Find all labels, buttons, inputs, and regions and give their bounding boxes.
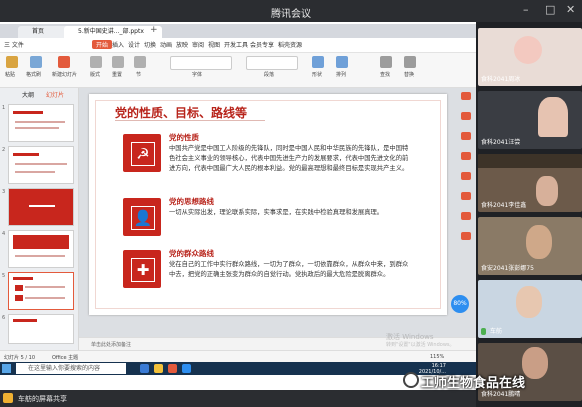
paragraph-controls[interactable] <box>246 56 298 70</box>
menu-animation[interactable]: 动画 <box>160 40 172 49</box>
minimize-icon[interactable]: – <box>523 3 529 16</box>
slide-thumbnail[interactable]: 1 <box>2 104 74 142</box>
tool-icon[interactable] <box>461 152 471 160</box>
font-selector[interactable] <box>170 56 232 70</box>
menu-slideshow[interactable]: 放映 <box>176 40 188 49</box>
microphone-icon <box>481 328 486 335</box>
section-icon[interactable] <box>134 56 146 68</box>
menu-transition[interactable]: 切换 <box>144 40 156 49</box>
floating-toolbar <box>459 92 473 312</box>
folder-icon[interactable] <box>154 364 163 373</box>
participant-tile[interactable]: 食科2041汪尝 <box>478 91 582 149</box>
share-avatar-icon <box>3 393 13 403</box>
block-heading: 党的思想路线 <box>169 197 214 206</box>
block-body: 党在自己的工作中实行群众路线，一切为了群众，一切依靠群众，从群众中来，到群众中去… <box>169 261 409 278</box>
tab-outline[interactable]: 大纲 <box>22 90 34 99</box>
icon-box: 👤 <box>123 198 161 236</box>
tab-pptx[interactable]: 5.新中国史讲..._部.pptx <box>64 26 162 38</box>
party-emblem-icon: ☭ <box>131 142 155 166</box>
slide-thumbnail-selected[interactable]: 5 <box>2 272 74 310</box>
arrange-icon[interactable] <box>336 56 348 68</box>
menu-insert[interactable]: 插入 <box>112 40 124 49</box>
tool-icon[interactable] <box>461 92 471 100</box>
new-slide-icon[interactable] <box>58 56 70 68</box>
icon-box: ☭ <box>123 134 161 172</box>
format-painter-icon[interactable] <box>30 56 42 68</box>
participant-panel: 食科2041周冰 食科2041汪尝 食科2041李佳鑫 食安2041张彭娜75 … <box>478 22 582 407</box>
zoom-level[interactable]: 115% <box>430 354 444 360</box>
avatar <box>514 36 542 64</box>
wps-icon[interactable] <box>168 364 177 373</box>
participant-tile[interactable]: 食安2041张彭娜75 <box>478 217 582 275</box>
maximize-icon[interactable]: □ <box>545 3 555 16</box>
slide-thumbnail-pane: 大纲 幻灯片 1 2 3 4 5 6 <box>0 88 79 350</box>
ribbon: 粘贴 格式刷 新建幻灯片 版式 重置 节 字体 段落 形状 排列 查找 替换 <box>0 53 476 88</box>
share-info-bar: 车舫的屏幕共享 <box>0 390 476 407</box>
menu-developer[interactable]: 开发工具 <box>224 40 248 49</box>
participant-tile[interactable]: 食科2041李佳鑫 <box>478 154 582 212</box>
participant-tile[interactable]: 食科2041周冰 <box>478 28 582 86</box>
shapes-icon[interactable] <box>312 56 324 68</box>
slide-thumbnail[interactable]: 2 <box>2 146 74 184</box>
menu-file[interactable]: 三 文件 <box>4 40 24 49</box>
menu-review[interactable]: 审阅 <box>192 40 204 49</box>
icon-box: ✚ <box>123 250 161 288</box>
paste-icon[interactable] <box>6 56 18 68</box>
find-icon[interactable] <box>380 56 392 68</box>
current-slide[interactable]: 党的性质、目标、路线等 ☭ 党的性质 中国共产党是中国工人阶级的先锋队，同时是中… <box>89 94 447 315</box>
participant-tile[interactable]: 车舫 <box>478 280 582 338</box>
block-heading: 党的群众路线 <box>169 249 214 258</box>
slide-thumbnail[interactable]: 6 <box>2 314 74 344</box>
slide-thumbnail[interactable]: 4 <box>2 230 74 268</box>
tool-icon[interactable] <box>461 212 471 220</box>
brand-watermark: 工师生物食品在线 <box>421 376 526 391</box>
layout-icon[interactable] <box>90 56 102 68</box>
document-tabs: 首页 5.新中国史讲..._部.pptx + <box>0 24 476 38</box>
tool-icon[interactable] <box>461 192 471 200</box>
window-title: 腾讯会议 <box>271 9 311 20</box>
menu-design[interactable]: 设计 <box>128 40 140 49</box>
brand-logo-icon <box>403 372 419 388</box>
edge-icon[interactable] <box>140 364 149 373</box>
slide-thumbnail[interactable]: 3 <box>2 188 74 226</box>
share-label: 车舫的屏幕共享 <box>18 395 67 403</box>
menu-docer[interactable]: 稻壳资源 <box>278 40 302 49</box>
windows-taskbar: 在这里输入你要搜索的内容 16:17 2021/10/... <box>0 362 476 375</box>
menu-home[interactable]: 开始 <box>92 40 113 49</box>
menu-bar: 三 文件 开始 插入 设计 切换 动画 放映 审阅 视图 开发工具 会员专享 稻… <box>0 38 476 53</box>
new-tab-icon[interactable]: + <box>150 25 158 35</box>
slide-title: 党的性质、目标、路线等 <box>115 106 248 120</box>
slide-canvas: 党的性质、目标、路线等 ☭ 党的性质 中国共产党是中国工人阶级的先锋队，同时是中… <box>79 88 476 350</box>
tool-icon[interactable] <box>461 112 471 120</box>
replace-icon[interactable] <box>404 56 416 68</box>
heart-plus-icon: ✚ <box>131 258 155 282</box>
block-heading: 党的性质 <box>169 133 199 142</box>
tool-icon[interactable] <box>461 232 471 240</box>
block-body: 中国共产党是中国工人阶级的先锋队，同时是中国人民和中华民族的先锋队，是中国特色社… <box>169 145 409 172</box>
tab-slides[interactable]: 幻灯片 <box>46 90 64 99</box>
taskbar-search-input[interactable]: 在这里输入你要搜索的内容 <box>16 363 126 374</box>
tool-icon[interactable] <box>461 132 471 140</box>
menu-view[interactable]: 视图 <box>208 40 220 49</box>
meeting-icon[interactable] <box>182 364 191 373</box>
tool-icon[interactable] <box>461 172 471 180</box>
windows-activation-watermark: 激活 Windows 转到"设置"以激活 Windows。 <box>386 333 455 348</box>
close-icon[interactable]: ✕ <box>566 3 575 16</box>
block-body: 一切从实际出发，理论联系实际，实事求是，在实践中检验真理和发展真理。 <box>169 209 384 216</box>
window-title-bar: 腾讯会议 – □ ✕ <box>0 0 582 22</box>
menu-vip[interactable]: 会员专享 <box>250 40 274 49</box>
people-icon: 👤 <box>131 206 155 230</box>
reset-icon[interactable] <box>112 56 124 68</box>
windows-start-icon[interactable] <box>2 364 11 373</box>
